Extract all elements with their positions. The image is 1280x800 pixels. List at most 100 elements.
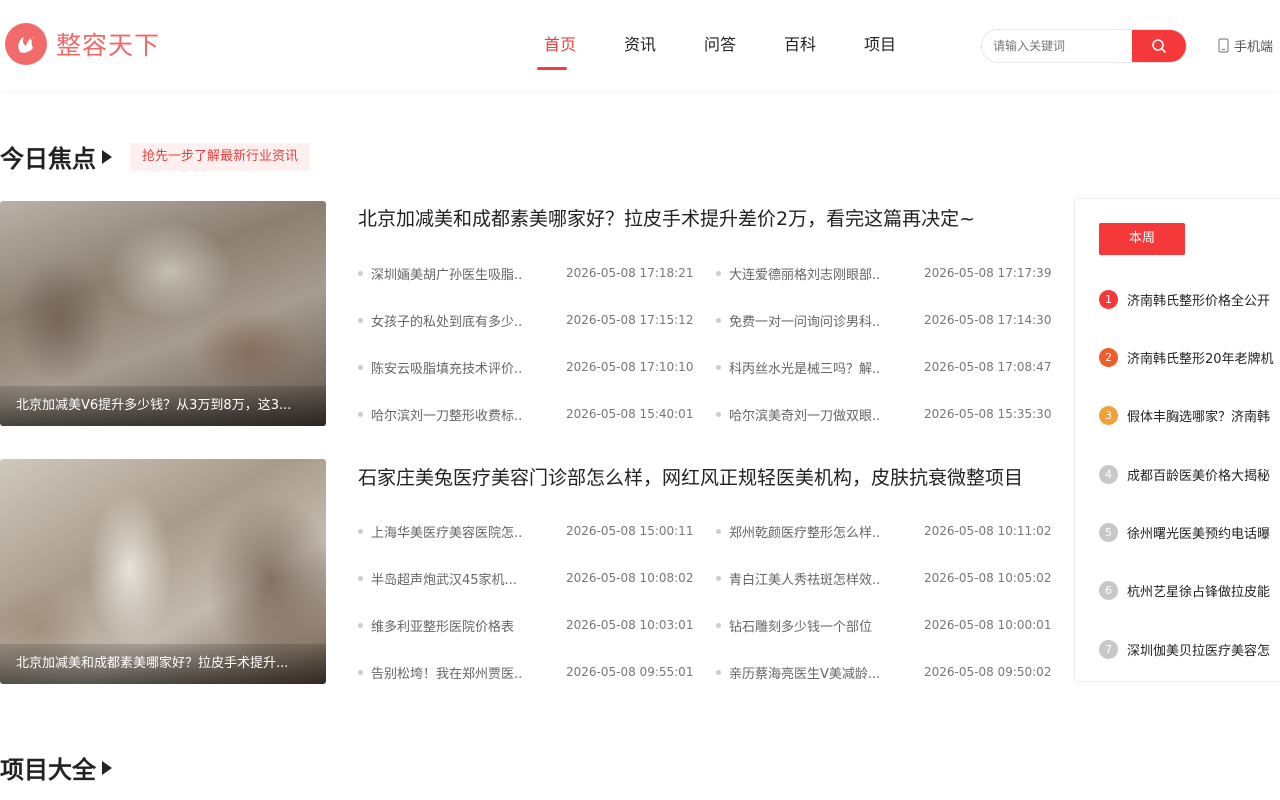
list-item[interactable]: 科丙丝水光是械三吗？解... 2026-05-08 17:08:47	[716, 357, 1051, 377]
bullet-icon	[716, 669, 721, 675]
news-date: 2026-05-08 10:08:02	[566, 571, 694, 585]
ranking-item[interactable]: 7 深圳伽美贝拉医疗美容怎	[1099, 640, 1270, 659]
ranking-title: 济南韩氏整形价格全公开	[1127, 294, 1271, 309]
nav-wiki[interactable]: 百科	[760, 0, 840, 90]
tab-this-week[interactable]: 本周	[1099, 223, 1185, 255]
caret-right-icon	[102, 760, 112, 775]
news-row: 半岛超声炮武汉45家机... 2026-05-08 10:08:02 青白江美人秀…	[358, 568, 1051, 615]
list-item[interactable]: 亲历蔡海亮医生V美减龄... 2026-05-08 09:50:02	[716, 662, 1051, 682]
news-title: 钻石雕刻多少钱一个部位	[729, 619, 873, 635]
bullet-icon	[358, 528, 363, 534]
news-date: 2026-05-08 17:10:10	[566, 360, 694, 374]
news-title: 亲历蔡海亮医生V美减龄...	[729, 666, 881, 682]
rank-number: 1	[1099, 290, 1118, 309]
rank-number: 3	[1099, 406, 1118, 425]
news-date: 2026-05-08 17:15:12	[566, 313, 694, 327]
nav-home[interactable]: 首页	[520, 0, 600, 90]
list-item[interactable]: 半岛超声炮武汉45家机... 2026-05-08 10:08:02	[358, 568, 693, 588]
list-item[interactable]: 女孩子的私处到底有多少... 2026-05-08 17:15:12	[358, 310, 693, 330]
ranking-title: 成都百龄医美价格大揭秘	[1127, 469, 1271, 484]
focus-section-title: 今日焦点 抢先一步了解最新行业资讯	[0, 139, 311, 174]
site-header: 整容天下 首页 资讯 问答 百科 项目 手机端	[0, 0, 1280, 90]
list-item[interactable]: 青白江美人秀祛斑怎样效... 2026-05-08 10:05:02	[716, 568, 1051, 588]
headline-link[interactable]: 北京加减美和成都素美哪家好？拉皮手术提升差价2万，看完这篇再决定~	[358, 204, 1044, 231]
phone-icon	[1218, 38, 1229, 53]
search-icon	[1152, 39, 1166, 53]
search-button[interactable]	[1132, 30, 1186, 62]
site-logo[interactable]: 整容天下	[5, 23, 160, 65]
list-item[interactable]: 告别松垮！我在郑州贾医... 2026-05-08 09:55:01	[358, 662, 693, 682]
news-title: 青白江美人秀祛斑怎样效...	[729, 572, 881, 588]
ranking-title: 杭州艺星徐占锋做拉皮能	[1127, 585, 1271, 600]
news-title: 免费一对一问询问诊男科...	[729, 314, 881, 330]
ranking-item[interactable]: 5 徐州曙光医美预约电话曝	[1099, 523, 1270, 542]
news-date: 2026-05-08 10:05:02	[924, 571, 1052, 585]
news-date: 2026-05-08 17:08:47	[924, 360, 1052, 374]
news-title: 哈尔滨美奇刘一刀做双眼...	[729, 408, 881, 424]
focus-image-card[interactable]: 北京加减美和成都素美哪家好？拉皮手术提升...	[0, 459, 326, 684]
bullet-icon	[716, 270, 721, 276]
news-row: 深圳婳美胡广孙医生吸脂... 2026-05-08 17:18:21 大连爱德丽格…	[358, 263, 1051, 310]
nav-qa[interactable]: 问答	[680, 0, 760, 90]
main-nav: 首页 资讯 问答 百科 项目	[520, 0, 920, 90]
ranking-title: 深圳伽美贝拉医疗美容怎	[1127, 644, 1271, 659]
bullet-icon	[358, 669, 363, 675]
news-title: 大连爱德丽格刘志刚眼部...	[729, 267, 881, 283]
ranking-title: 济南韩氏整形20年老牌机	[1127, 352, 1274, 367]
rank-number: 7	[1099, 640, 1118, 659]
list-item[interactable]: 哈尔滨刘一刀整形收费标... 2026-05-08 15:40:01	[358, 404, 693, 424]
list-item[interactable]: 免费一对一问询问诊男科... 2026-05-08 17:14:30	[716, 310, 1051, 330]
nav-projects[interactable]: 项目	[840, 0, 920, 90]
rank-number: 2	[1099, 348, 1118, 367]
list-item[interactable]: 深圳婳美胡广孙医生吸脂... 2026-05-08 17:18:21	[358, 263, 693, 283]
bullet-icon	[358, 270, 363, 276]
caret-right-icon	[102, 149, 112, 164]
news-date: 2026-05-08 09:50:02	[924, 665, 1052, 679]
news-row: 陈安云吸脂填充技术评价... 2026-05-08 17:10:10 科丙丝水光是…	[358, 357, 1051, 404]
news-list: 深圳婳美胡广孙医生吸脂... 2026-05-08 17:18:21 大连爱德丽格…	[358, 263, 1051, 451]
news-title: 深圳婳美胡广孙医生吸脂...	[371, 267, 523, 283]
bullet-icon	[716, 528, 721, 534]
news-date: 2026-05-08 15:35:30	[924, 407, 1052, 421]
focus-image-card[interactable]: 北京加减美V6提升多少钱？从3万到8万，这3...	[0, 201, 326, 426]
ranking-item[interactable]: 1 济南韩氏整形价格全公开	[1099, 290, 1270, 309]
image-caption: 北京加减美和成都素美哪家好？拉皮手术提升...	[0, 644, 326, 684]
ranking-item[interactable]: 2 济南韩氏整形20年老牌机	[1099, 348, 1274, 367]
image-caption: 北京加减美V6提升多少钱？从3万到8万，这3...	[0, 386, 326, 426]
headline-link[interactable]: 石家庄美兔医疗美容门诊部怎么样，网红风正规轻医美机构，皮肤抗衰微整项目	[358, 463, 1044, 490]
nav-news[interactable]: 资讯	[600, 0, 680, 90]
news-title: 科丙丝水光是械三吗？解...	[729, 361, 881, 377]
news-title: 半岛超声炮武汉45家机...	[371, 572, 517, 588]
list-item[interactable]: 钻石雕刻多少钱一个部位 2026-05-08 10:00:01	[716, 615, 1051, 635]
news-row: 维多利亚整形医院价格表 2026-05-08 10:03:01 钻石雕刻多少钱一个…	[358, 615, 1051, 662]
news-title: 维多利亚整形医院价格表	[371, 619, 515, 635]
news-title: 郑州乾颜医疗整形怎么样...	[729, 525, 881, 541]
news-date: 2026-05-08 10:00:01	[924, 618, 1052, 632]
list-item[interactable]: 陈安云吸脂填充技术评价... 2026-05-08 17:10:10	[358, 357, 693, 377]
mobile-label: 手机端	[1234, 40, 1274, 55]
ranking-item[interactable]: 6 杭州艺星徐占锋做拉皮能	[1099, 581, 1270, 600]
bullet-icon	[716, 411, 721, 417]
rank-number: 5	[1099, 523, 1118, 542]
mobile-link[interactable]: 手机端	[1218, 36, 1273, 55]
list-item[interactable]: 郑州乾颜医疗整形怎么样... 2026-05-08 10:11:02	[716, 521, 1051, 541]
list-item[interactable]: 上海华美医疗美容医院怎... 2026-05-08 15:00:11	[358, 521, 693, 541]
bullet-icon	[358, 575, 363, 581]
ranking-item[interactable]: 4 成都百龄医美价格大揭秘	[1099, 465, 1270, 484]
list-item[interactable]: 大连爱德丽格刘志刚眼部... 2026-05-08 17:17:39	[716, 263, 1051, 283]
ranking-panel: 本周 1 济南韩氏整形价格全公开 2 济南韩氏整形20年老牌机 3 假体丰胸选哪家？济…	[1074, 198, 1280, 682]
news-date: 2026-05-08 15:40:01	[566, 407, 694, 421]
ranking-title: 徐州曙光医美预约电话曝	[1127, 527, 1271, 542]
list-item[interactable]: 维多利亚整形医院价格表 2026-05-08 10:03:01	[358, 615, 693, 635]
news-date: 2026-05-08 09:55:01	[566, 665, 694, 679]
bullet-icon	[716, 317, 721, 323]
ranking-item[interactable]: 3 假体丰胸选哪家？济南韩	[1099, 406, 1270, 425]
news-row: 上海华美医疗美容医院怎... 2026-05-08 15:00:11 郑州乾颜医疗…	[358, 521, 1051, 568]
list-item[interactable]: 哈尔滨美奇刘一刀做双眼... 2026-05-08 15:35:30	[716, 404, 1051, 424]
news-title: 上海华美医疗美容医院怎...	[371, 525, 523, 541]
bullet-icon	[716, 364, 721, 370]
search-input[interactable]	[982, 30, 1133, 62]
bullet-icon	[358, 411, 363, 417]
news-date: 2026-05-08 10:03:01	[566, 618, 694, 632]
focus-slogan: 抢先一步了解最新行业资讯	[130, 142, 311, 171]
